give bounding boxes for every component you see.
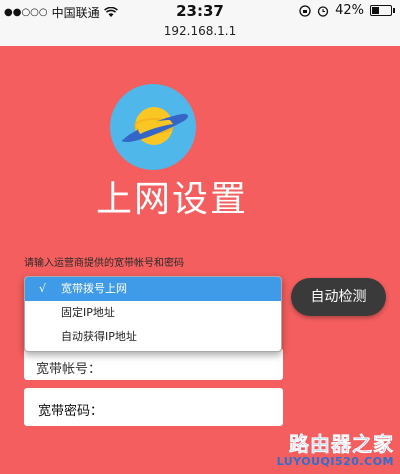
watermark-logo: 路由器之家 LUYOUQI520.COM <box>277 433 394 468</box>
broadband-account-label: 宽带帐号： <box>36 362 102 377</box>
option-pppoe[interactable]: √ 宽带拨号上网 <box>25 277 281 301</box>
planet-icon <box>121 107 188 145</box>
status-right: 42% <box>299 3 395 18</box>
alarm-icon <box>317 5 329 17</box>
planet-logo <box>110 84 196 170</box>
option-static-ip[interactable]: 固定IP地址 <box>25 301 281 325</box>
status-bar: ●●○○○ 中国联通 23:37 42% <box>0 0 400 22</box>
rotation-lock-icon <box>299 4 311 17</box>
broadband-account-field[interactable]: 宽带帐号： <box>24 348 283 380</box>
address-bar[interactable]: 192.168.1.1 <box>0 22 400 46</box>
checkmark-icon: √ <box>39 282 47 295</box>
broadband-password-field[interactable]: 宽带密码： <box>24 388 283 426</box>
option-label: 固定IP地址 <box>61 306 115 319</box>
connection-type-dropdown[interactable]: √ 宽带拨号上网 固定IP地址 自动获得IP地址 <box>24 276 282 352</box>
router-setup-page: 上网设置 请输入运营商提供的宽带帐号和密码 宽带帐号： 宽带密码： √ 宽带拨号… <box>0 46 400 474</box>
battery-icon <box>370 5 395 16</box>
option-label: 宽带拨号上网 <box>61 282 127 295</box>
option-label: 自动获得IP地址 <box>61 330 137 343</box>
broadband-password-label: 宽带密码： <box>38 404 104 419</box>
auto-detect-button[interactable]: 自动检测 <box>291 278 386 316</box>
credentials-hint: 请输入运营商提供的宽带帐号和密码 <box>24 258 184 269</box>
watermark-title: 路由器之家 <box>289 432 394 456</box>
page-title: 上网设置 <box>96 179 249 220</box>
battery-level <box>372 7 379 14</box>
option-dhcp[interactable]: 自动获得IP地址 <box>25 325 281 349</box>
battery-percent: 42% <box>335 3 364 18</box>
watermark-url: LUYOUQI520.COM <box>276 455 394 468</box>
